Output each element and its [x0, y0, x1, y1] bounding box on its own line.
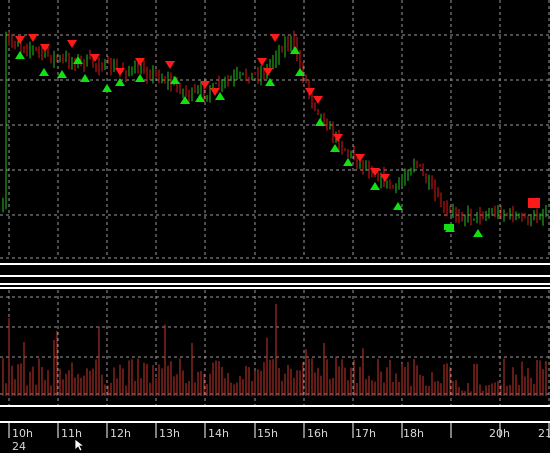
- time-axis-label: 14h: [208, 427, 229, 440]
- time-axis-label: 16h: [307, 427, 328, 440]
- time-axis-label: 20h: [489, 427, 510, 440]
- trading-chart[interactable]: 10h 11h 12h 13h 14h 15h 16h 17h 18h 20h …: [0, 0, 550, 452]
- time-axis-label: 13h: [159, 427, 180, 440]
- time-axis-label: 18h: [403, 427, 424, 440]
- volume-panel[interactable]: [0, 0, 550, 452]
- mouse-pointer-icon: [74, 438, 86, 452]
- time-axis-label: 21: [538, 427, 550, 440]
- time-axis-label: 12h: [110, 427, 131, 440]
- time-axis-label: 10h: [12, 427, 33, 440]
- time-axis-label: 15h: [257, 427, 278, 440]
- date-label: 24: [12, 440, 26, 453]
- time-axis-label: 17h: [355, 427, 376, 440]
